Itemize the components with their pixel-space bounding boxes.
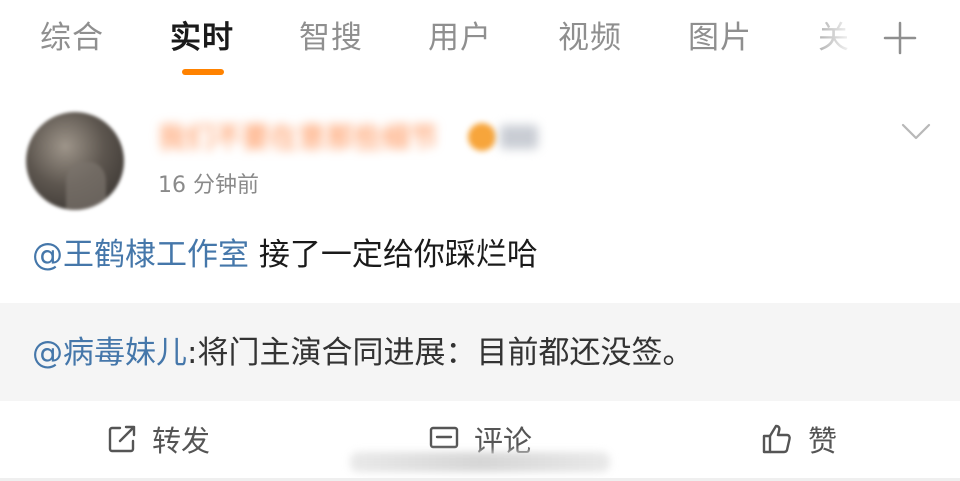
repost-icon [108, 425, 136, 453]
tab-comprehensive[interactable]: 综合 [40, 16, 104, 60]
avatar[interactable] [26, 112, 124, 210]
post-body-text: 接了一定给你踩烂哈 [249, 237, 538, 273]
tab-smart-search[interactable]: 智搜 [299, 16, 363, 60]
post-username[interactable]: 我们不要在意那些细节 [158, 118, 438, 158]
vip-badge-icon [468, 123, 496, 151]
thumbs-up-icon [762, 424, 791, 454]
post-timestamp: 16 分钟前 [158, 173, 259, 198]
repost-content: @病毒妹儿:将门主演合同进展：目前都还没签。 [32, 330, 693, 376]
tab-realtime[interactable]: 实时 [170, 16, 234, 60]
like-button[interactable]: 赞 [760, 416, 837, 462]
repost-body-text: :将门主演合同进展：目前都还没签。 [187, 335, 694, 371]
tab-images[interactable]: 图片 [688, 16, 752, 60]
repost-mention-link[interactable]: @病毒妹儿 [32, 335, 187, 371]
tab-video[interactable]: 视频 [558, 16, 622, 60]
chevron-down-icon[interactable] [900, 122, 932, 142]
member-level-badge [500, 125, 538, 149]
search-tab-bar: 综合 实时 智搜 用户 视频 图片 关 [0, 0, 960, 90]
repost-label: 转发 [152, 424, 211, 458]
like-label: 赞 [808, 424, 838, 458]
plus-icon[interactable] [880, 18, 920, 58]
tab-users[interactable]: 用户 [428, 16, 492, 60]
watermark-blur [350, 452, 610, 472]
post-mention-link[interactable]: @王鹤棣工作室 [32, 237, 249, 273]
tab-scroll-fade [800, 10, 870, 70]
comment-icon [429, 426, 459, 449]
repost-button[interactable]: 转发 [106, 416, 210, 462]
active-tab-indicator [182, 69, 224, 75]
post-content: @王鹤棣工作室 接了一定给你踩烂哈 [32, 232, 538, 278]
